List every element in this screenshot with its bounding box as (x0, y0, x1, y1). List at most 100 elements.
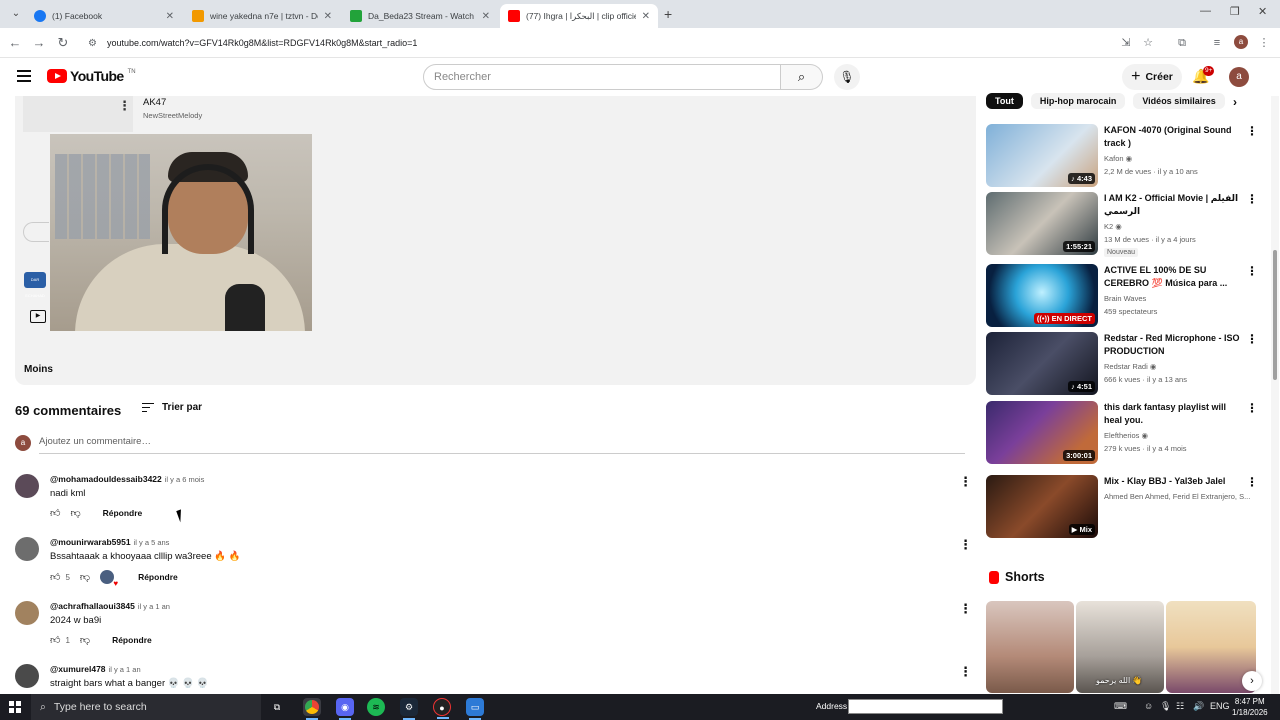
song-artist[interactable]: NewStreetMelody (143, 111, 202, 120)
voice-search-button[interactable]: 🎙 (834, 64, 860, 90)
video-channel[interactable]: Kafon ◉ (1104, 154, 1254, 163)
new-tab-icon[interactable]: + (664, 6, 672, 22)
scrollbar-thumb[interactable] (1273, 250, 1277, 380)
recommendation-item[interactable]: ((•)) EN DIRECT ACTIVE EL 100% DE SU CER… (986, 264, 1258, 328)
restore-icon[interactable]: ❐ (1230, 5, 1240, 18)
thumbs-down-icon[interactable]: 👎︎ (80, 571, 90, 583)
video-thumbnail[interactable]: 3:00:01 (986, 401, 1098, 464)
task-view-icon[interactable]: ⧉ (268, 698, 286, 716)
reply-button[interactable]: Répondre (103, 508, 143, 518)
close-icon[interactable]: ✕ (642, 11, 650, 22)
spotify-icon[interactable]: ≋ (367, 698, 385, 716)
video-thumbnail[interactable]: 1:55:21 (986, 192, 1098, 255)
chip-similar-videos[interactable]: Vidéos similaires (1133, 93, 1225, 109)
reply-button[interactable]: Répondre (138, 572, 178, 582)
chevron-right-icon[interactable]: › (1242, 671, 1262, 691)
thumbs-down-icon[interactable]: 👎︎ (80, 634, 90, 646)
comment-time[interactable]: il y a 6 mois (165, 475, 205, 484)
keyboard-icon[interactable]: ⌨ (1114, 701, 1127, 712)
close-icon[interactable]: ✕ (324, 11, 332, 22)
close-window-icon[interactable]: ✕ (1258, 5, 1267, 18)
recommendation-item[interactable]: ▶ Mix Mix - Klay BBJ - Yal3eb Jalel Ahme… (986, 475, 1258, 539)
comment-time[interactable]: il y a 5 ans (134, 538, 170, 547)
video-channel[interactable]: K2 ◉ (1104, 222, 1254, 231)
site-info-icon[interactable]: ⚙ (88, 38, 97, 49)
video-thumbnail[interactable]: ▶ Mix (986, 475, 1098, 538)
video-thumbnail[interactable]: ♪ 4:43 (986, 124, 1098, 187)
install-app-icon[interactable]: ⇲ (1118, 35, 1134, 51)
video-title[interactable]: Redstar - Red Microphone - ISO PRODUCTIO… (1104, 332, 1246, 358)
person-icon[interactable]: ☺ (1144, 701, 1153, 711)
commenter-avatar[interactable] (15, 474, 39, 498)
url-input[interactable]: ⚙ youtube.com/watch?v=GFV14Rk0g8M&list=R… (80, 31, 1220, 55)
video-more-icon[interactable]: ⋮ (1246, 192, 1258, 206)
tab-document[interactable]: wine yakedna n7e | tztvn - Doc ✕ (184, 4, 340, 28)
discord-icon[interactable]: ◉ (336, 698, 354, 720)
taskbar-search-input[interactable]: ⌕ Type here to search (31, 694, 261, 720)
video-icon[interactable]: ▶ (30, 310, 46, 323)
song-thumbnail[interactable] (23, 96, 133, 132)
chevron-right-icon[interactable]: › (1233, 95, 1237, 109)
video-channel[interactable]: Eleftherios ◉ (1104, 431, 1254, 440)
chrome-icon[interactable] (303, 698, 321, 720)
video-thumbnail[interactable]: ♪ 4:51 (986, 332, 1098, 395)
mic-tray-icon[interactable]: 🎙 (1160, 701, 1171, 712)
video-title[interactable]: ACTIVE EL 100% DE SU CEREBRO 💯 Música pa… (1104, 264, 1246, 290)
forward-icon[interactable]: → (30, 34, 48, 52)
bookmark-star-icon[interactable]: ☆ (1140, 35, 1156, 51)
video-channel[interactable]: Redstar Radi ◉ (1104, 362, 1254, 371)
chip-all[interactable]: Tout (986, 93, 1023, 109)
video-channel[interactable]: Ahmed Ben Ahmed, Ferid El Extranjero, S.… (1104, 492, 1254, 501)
comment-more-icon[interactable]: ⋮ (959, 601, 972, 617)
video-thumbnail[interactable]: ((•)) EN DIRECT (986, 264, 1098, 327)
comment-author[interactable]: @xumurel478 il y a 1 an (50, 664, 141, 674)
channel-badge[interactable]: DAR ECHAHAD (24, 272, 46, 298)
commenter-avatar[interactable] (15, 601, 39, 625)
back-icon[interactable]: ← (6, 34, 24, 52)
app-window-icon[interactable]: ▭ (466, 698, 484, 720)
reply-button[interactable]: Répondre (112, 635, 152, 645)
page-scrollbar[interactable] (1271, 96, 1279, 694)
short-thumbnail[interactable] (986, 601, 1074, 693)
search-button[interactable]: ⌕ (781, 64, 823, 90)
reading-list-icon[interactable]: ≡ (1209, 35, 1225, 51)
thumbs-up-icon[interactable]: 👍︎ (50, 634, 60, 646)
song-more-icon[interactable]: ⋮ (118, 98, 131, 114)
video-more-icon[interactable]: ⋮ (1246, 475, 1258, 489)
thumbs-up-icon[interactable]: 👍︎ (50, 571, 60, 583)
reload-icon[interactable]: ↻ (54, 34, 72, 52)
video-title[interactable]: Mix - Klay BBJ - Yal3eb Jalel (1104, 475, 1246, 488)
menu-icon[interactable] (17, 70, 31, 82)
comment-more-icon[interactable]: ⋮ (959, 474, 972, 490)
address-toolbar-input[interactable] (848, 699, 1003, 714)
add-comment-input[interactable]: Ajoutez un commentaire… (39, 436, 965, 454)
less-button[interactable]: Moins (24, 364, 53, 375)
browser-profile-avatar[interactable]: a (1234, 35, 1248, 49)
language-indicator[interactable]: ENG (1210, 701, 1230, 711)
comment-author[interactable]: @achrafhallaoui3845 il y a 1 an (50, 601, 170, 611)
recommendation-item[interactable]: ♪ 4:43 KAFON -4070 (Original Sound track… (986, 124, 1258, 188)
comment-author[interactable]: @mohamadouldessaib3422 il y a 6 mois (50, 474, 204, 484)
video-title[interactable]: KAFON -4070 (Original Sound track ) (1104, 124, 1246, 150)
recommendation-item[interactable]: 3:00:01 this dark fantasy playlist will … (986, 401, 1258, 465)
sort-button[interactable]: Trier par (142, 402, 202, 413)
video-title[interactable]: this dark fantasy playlist will heal you… (1104, 401, 1246, 427)
close-icon[interactable]: ✕ (166, 11, 174, 22)
video-more-icon[interactable]: ⋮ (1246, 264, 1258, 278)
tab-youtube[interactable]: (77) Ihgra | البحكرا | clip officiel vid… (500, 4, 658, 28)
close-icon[interactable]: ✕ (482, 11, 490, 22)
recommendation-item[interactable]: ♪ 4:51 Redstar - Red Microphone - ISO PR… (986, 332, 1258, 396)
commenter-avatar[interactable] (15, 537, 39, 561)
create-button[interactable]: + Créer (1122, 64, 1182, 90)
comment-more-icon[interactable]: ⋮ (959, 664, 972, 680)
commenter-avatar[interactable] (15, 664, 39, 688)
tab-facebook[interactable]: (1) Facebook ✕ (26, 4, 182, 28)
account-avatar[interactable]: a (1229, 67, 1249, 87)
song-title[interactable]: AK47 (143, 97, 166, 108)
chip-moroccan-hiphop[interactable]: Hip-hop marocain (1030, 93, 1126, 109)
network-icon[interactable]: ☷ (1176, 701, 1184, 712)
thumbs-up-icon[interactable]: 👍︎ (50, 507, 60, 519)
tab-kick-stream[interactable]: Da_Beda23 Stream - Watch Live ✕ (342, 4, 498, 28)
comment-author[interactable]: @mounirwarab5951 il y a 5 ans (50, 537, 169, 547)
volume-icon[interactable]: 🔊 (1193, 701, 1204, 712)
